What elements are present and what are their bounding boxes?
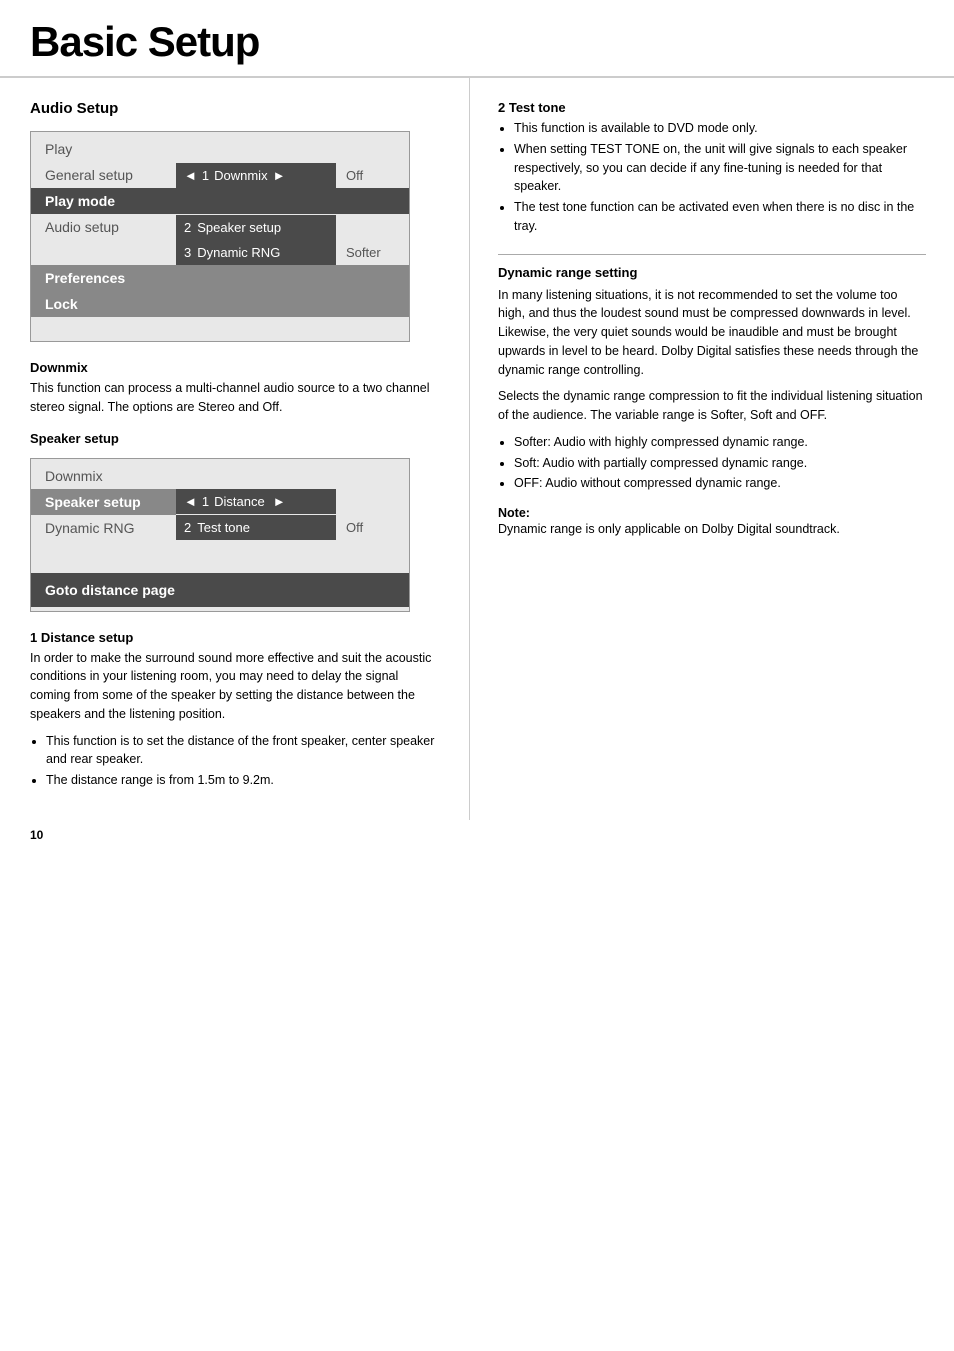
downmix-heading: Downmix bbox=[30, 360, 439, 375]
speaker-setup-heading: Speaker setup bbox=[30, 431, 439, 446]
audio-setup-menu: Play General setup ◄ 1 Downmix ► Off Pla… bbox=[30, 131, 410, 342]
menu2-arrow-right-icon: ► bbox=[273, 494, 286, 509]
distance-bullet-1: This function is to set the distance of … bbox=[46, 732, 439, 770]
general-setup-control[interactable]: ◄ 1 Downmix ► bbox=[176, 163, 336, 188]
general-setup-label: General setup bbox=[31, 162, 176, 188]
menu2-speaker-setup-label: Speaker setup bbox=[31, 489, 176, 515]
menu-item-playmode[interactable]: Play mode bbox=[31, 188, 409, 214]
menu-item-lock[interactable]: Lock bbox=[31, 291, 409, 317]
menu2-dynamic-rng-label: Dynamic RNG bbox=[31, 515, 176, 541]
dynamic-rng-text: Dynamic RNG bbox=[197, 245, 280, 260]
menu2-arrow-left-icon: ◄ bbox=[184, 494, 197, 509]
menu2-distance-text: Distance bbox=[214, 494, 265, 509]
audio-setup-title: Audio Setup bbox=[30, 100, 439, 117]
page-title: Basic Setup bbox=[30, 18, 924, 66]
distance-heading: 1 Distance setup bbox=[30, 630, 439, 645]
test-tone-bullet-1: This function is available to DVD mode o… bbox=[514, 119, 926, 138]
menu2-dynamic-control[interactable]: 2 Test tone bbox=[176, 515, 336, 540]
page-number: 10 bbox=[30, 828, 43, 842]
test-tone-value: Off bbox=[336, 515, 373, 540]
menu-row-audio-setup[interactable]: Audio setup 2 Speaker setup bbox=[31, 214, 409, 240]
left-column: Audio Setup Play General setup ◄ 1 Downm… bbox=[0, 78, 470, 820]
audio-setup-label: Audio setup bbox=[31, 214, 176, 240]
right-column: 2 Test tone This function is available t… bbox=[470, 78, 954, 820]
menu2-row-speaker-setup[interactable]: Speaker setup ◄ 1 Distance ► bbox=[31, 489, 409, 515]
downmix-text: Downmix bbox=[214, 168, 267, 183]
footer: 10 bbox=[0, 820, 954, 860]
menu-item-preferences[interactable]: Preferences bbox=[31, 265, 409, 291]
downmix-body: This function can process a multi-channe… bbox=[30, 379, 439, 417]
dynamic-rng-value: Softer bbox=[336, 240, 391, 265]
speaker-setup-text: Speaker setup bbox=[197, 220, 281, 235]
dyn-bullet-soft: Soft: Audio with partially compressed dy… bbox=[514, 454, 926, 473]
arrow-right-icon: ► bbox=[273, 168, 286, 183]
dynamic-range-text2: Selects the dynamic range compression to… bbox=[498, 387, 926, 425]
downmix-num: 1 bbox=[202, 168, 209, 183]
distance-bullets: This function is to set the distance of … bbox=[46, 732, 439, 790]
speaker-setup-menu: Downmix Speaker setup ◄ 1 Distance ► Dyn… bbox=[30, 458, 410, 612]
page-header: Basic Setup bbox=[0, 0, 954, 78]
test-tone-bullet-2: When setting TEST TONE on, the unit will… bbox=[514, 140, 926, 196]
menu2-speaker-control[interactable]: ◄ 1 Distance ► bbox=[176, 489, 336, 514]
note-section: Note: Dynamic range is only applicable o… bbox=[498, 505, 926, 539]
audio-setup-control[interactable]: 2 Speaker setup bbox=[176, 215, 336, 240]
note-label: Note: bbox=[498, 506, 530, 520]
dynamic-range-text1: In many listening situations, it is not … bbox=[498, 286, 926, 380]
menu2-distance-num: 1 bbox=[202, 494, 209, 509]
distance-bullet-2: The distance range is from 1.5m to 9.2m. bbox=[46, 771, 439, 790]
menu-item-play[interactable]: Play bbox=[31, 136, 409, 162]
arrow-left-icon: ◄ bbox=[184, 168, 197, 183]
test-tone-heading: 2 Test tone bbox=[498, 100, 926, 115]
test-tone-bullets: This function is available to DVD mode o… bbox=[514, 119, 926, 236]
dynamic-rng-num: 3 bbox=[184, 245, 191, 260]
note-text: Dynamic range is only applicable on Dolb… bbox=[498, 522, 840, 536]
menu2-test-tone-text: Test tone bbox=[197, 520, 250, 535]
content-area: Audio Setup Play General setup ◄ 1 Downm… bbox=[0, 78, 954, 820]
menu2-item-downmix[interactable]: Downmix bbox=[31, 463, 409, 489]
dynamic-rng-control[interactable]: 3 Dynamic RNG bbox=[176, 240, 336, 265]
distance-body: In order to make the surround sound more… bbox=[30, 649, 439, 724]
dyn-bullet-off: OFF: Audio without compressed dynamic ra… bbox=[514, 474, 926, 493]
menu-row-general-setup[interactable]: General setup ◄ 1 Downmix ► Off bbox=[31, 162, 409, 188]
menu-row-dynamic-rng[interactable]: 3 Dynamic RNG Softer bbox=[31, 240, 409, 265]
speaker-setup-num: 2 bbox=[184, 220, 191, 235]
dynamic-range-bullets: Softer: Audio with highly compressed dyn… bbox=[514, 433, 926, 493]
menu2-row-dynamic-rng[interactable]: Dynamic RNG 2 Test tone Off bbox=[31, 515, 409, 541]
dynamic-range-heading: Dynamic range setting bbox=[498, 254, 926, 280]
menu2-test-tone-num: 2 bbox=[184, 520, 191, 535]
goto-distance-bar[interactable]: Goto distance page bbox=[31, 573, 409, 607]
page: Basic Setup Audio Setup Play General set… bbox=[0, 0, 954, 860]
dyn-bullet-softer: Softer: Audio with highly compressed dyn… bbox=[514, 433, 926, 452]
test-tone-bullet-3: The test tone function can be activated … bbox=[514, 198, 926, 236]
dynamic-rng-side-label bbox=[31, 248, 176, 258]
downmix-value: Off bbox=[336, 163, 373, 188]
